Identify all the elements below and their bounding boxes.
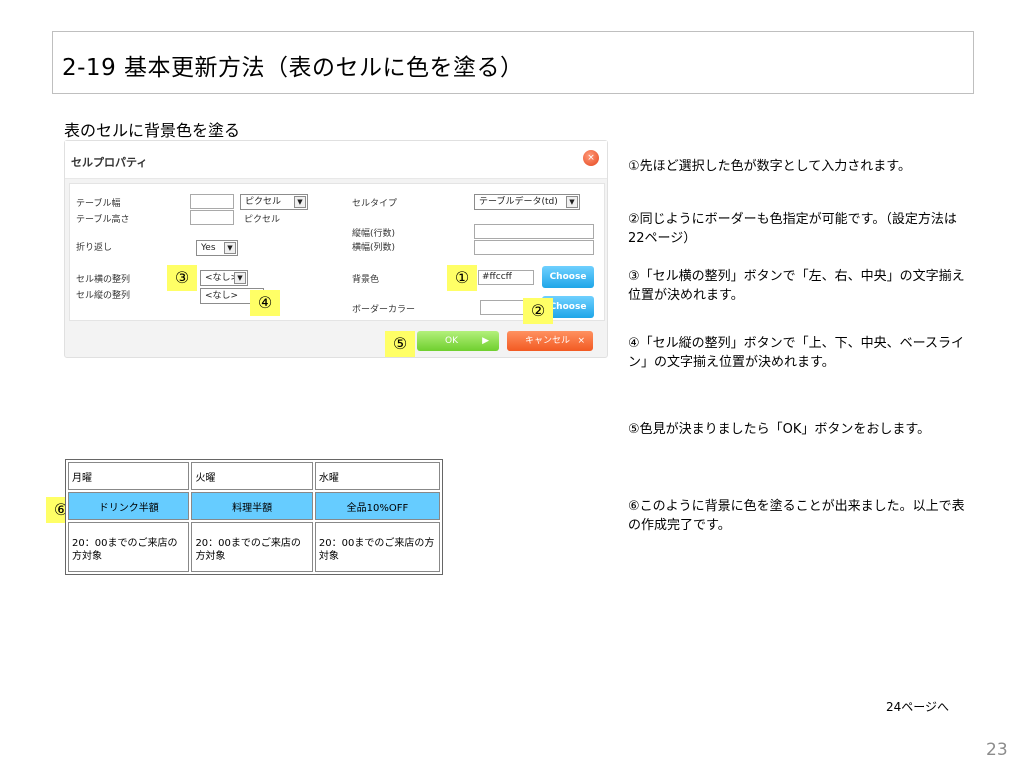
note-4: ④「セル縦の整列」ボタンで「上、下、中央、ベースライン」の文字揃え位置が決めれま…	[628, 336, 965, 370]
colspan-input[interactable]	[474, 240, 594, 255]
cell-properties-dialog: セルプロパティ × テーブル幅 テーブル高さ 折り返し セル横の整列 セル縦の整…	[64, 140, 608, 358]
slide-subtitle: 表のセルに背景色を塗る	[64, 121, 241, 140]
note-2: ②同じようにボーダーも色指定が可能です。（設定方法は22ページ）	[628, 212, 957, 246]
chevron-down-icon: ▼	[224, 242, 236, 254]
v-align-label: セル縦の整列	[76, 291, 131, 301]
close-icon: ×	[577, 336, 585, 346]
table-row: ドリンク半額 料理半額 全品10%OFF	[68, 492, 440, 520]
next-page-link[interactable]: 24ページへ	[886, 698, 949, 715]
table-header-cell: 水曜	[314, 462, 440, 490]
wrap-select[interactable]: Yes ▼	[196, 240, 238, 256]
ok-label: OK	[445, 336, 458, 346]
v-align-value: <なし>	[205, 291, 239, 301]
table-header-cell: 月曜	[68, 462, 190, 490]
table-cell: 20：00までのご来店の方対象	[191, 522, 313, 572]
h-align-label: セル横の整列	[76, 275, 131, 285]
width-unit-select[interactable]: ピクセル ▼	[240, 194, 308, 210]
bg-color-label: 背景色	[352, 275, 380, 285]
table-row: 月曜 火曜 水曜	[68, 462, 440, 490]
cell-type-value: テーブルデータ(td)	[479, 197, 558, 207]
note-3: ③「セル横の整列」ボタンで「左、右、中央」の文字揃え位置が決めれます。	[628, 269, 965, 303]
border-color-label: ボーダーカラー	[352, 305, 416, 315]
cancel-button[interactable]: キャンセル ×	[507, 331, 593, 351]
height-unit-label: ピクセル	[244, 215, 281, 225]
note-6: ⑥このように背景に色を塗ることが出来ました。以上で表の作成完了です。	[628, 499, 965, 533]
table-height-label: テーブル高さ	[76, 215, 130, 225]
marker-4: ④	[250, 290, 280, 316]
colspan-label: 横幅(列数)	[352, 243, 396, 253]
chevron-down-icon: ▼	[234, 272, 246, 284]
dialog-header: セルプロパティ ×	[65, 141, 607, 179]
table-cell: 20：00までのご来店の方対象	[68, 522, 190, 572]
slide-title-box: 2-19 基本更新方法（表のセルに色を塗る）	[52, 31, 974, 94]
cancel-label: キャンセル	[525, 336, 571, 346]
note-5: ⑤色見が決まりましたら「OK」ボタンをおします。	[628, 422, 931, 437]
colored-cell: 料理半額	[191, 492, 313, 520]
cell-type-select[interactable]: テーブルデータ(td) ▼	[474, 194, 580, 210]
table-row: 20：00までのご来店の方対象 20：00までのご来店の方対象 20：00までの…	[68, 522, 440, 572]
slide-title: 2-19 基本更新方法（表のセルに色を塗る）	[62, 55, 524, 81]
chevron-down-icon: ▼	[566, 196, 578, 208]
page-number: 23	[986, 740, 1008, 760]
dialog-title: セルプロパティ	[71, 156, 148, 169]
marker-3: ③	[167, 265, 197, 291]
chevron-down-icon: ▼	[294, 196, 306, 208]
ok-button[interactable]: OK ▶	[417, 331, 499, 351]
colored-cell: ドリンク半額	[68, 492, 190, 520]
sample-table: 月曜 火曜 水曜 ドリンク半額 料理半額 全品10%OFF 20：00までのご来…	[65, 459, 443, 575]
table-cell: 20：00までのご来店の方対象	[314, 522, 440, 572]
h-align-select[interactable]: <なし> ▼	[200, 270, 248, 286]
rowspan-input[interactable]	[474, 224, 594, 239]
wrap-value: Yes	[201, 243, 216, 253]
marker-5: ⑤	[385, 331, 415, 357]
table-width-input[interactable]	[190, 194, 234, 209]
marker-1: ①	[447, 265, 477, 291]
close-icon[interactable]: ×	[583, 150, 599, 166]
table-height-input[interactable]	[190, 210, 234, 225]
table-width-label: テーブル幅	[76, 199, 121, 209]
marker-2: ②	[523, 298, 553, 324]
wrap-label: 折り返し	[76, 243, 113, 253]
table-header-cell: 火曜	[191, 462, 313, 490]
play-arrow-icon: ▶	[482, 336, 489, 346]
cell-type-label: セルタイプ	[352, 199, 398, 209]
bg-color-choose-button[interactable]: Choose	[542, 266, 594, 288]
bg-color-input[interactable]: #ffccff	[478, 270, 534, 285]
width-unit-value: ピクセル	[245, 197, 282, 207]
note-1: ①先ほど選択した色が数字として入力されます。	[628, 159, 911, 174]
rowspan-label: 縦幅(行数)	[352, 229, 396, 239]
colored-cell: 全品10%OFF	[314, 492, 440, 520]
